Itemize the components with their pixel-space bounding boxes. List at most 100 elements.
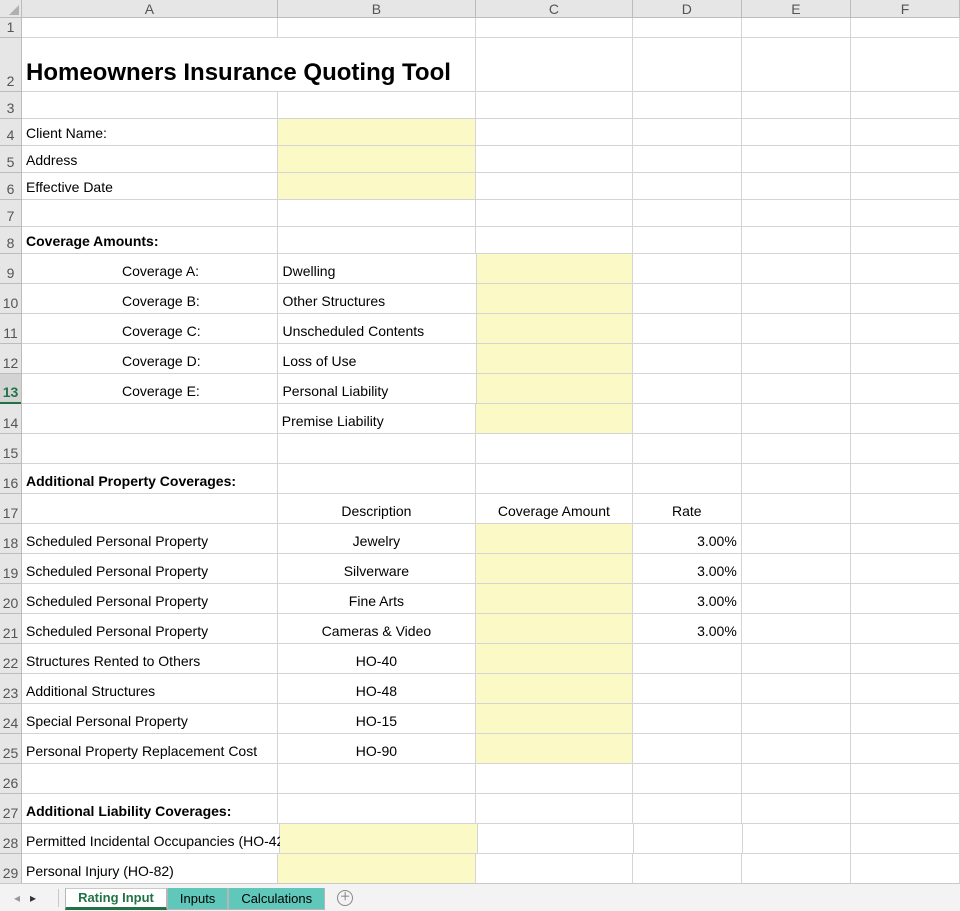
- cell-A8[interactable]: Coverage Amounts:: [22, 227, 278, 253]
- cell-B11[interactable]: Unscheduled Contents: [278, 314, 476, 343]
- cell-D27[interactable]: [633, 794, 742, 823]
- cell-D20[interactable]: 3.00%: [633, 584, 742, 613]
- cell-C2[interactable]: [476, 38, 633, 91]
- cell-E15[interactable]: [742, 434, 851, 463]
- cell-E23[interactable]: [742, 674, 851, 703]
- cell-E28[interactable]: [743, 824, 852, 853]
- cell-A26[interactable]: [22, 764, 278, 793]
- cell-B15[interactable]: [278, 434, 476, 463]
- cell-F6[interactable]: [851, 173, 960, 199]
- row-header-7[interactable]: 7: [0, 200, 21, 227]
- cell-C23[interactable]: [476, 674, 633, 703]
- col-header-D[interactable]: D: [633, 0, 742, 17]
- cell-C15[interactable]: [476, 434, 633, 463]
- cell-B17[interactable]: Description: [278, 494, 476, 523]
- cell-E19[interactable]: [742, 554, 851, 583]
- cell-C26[interactable]: [476, 764, 633, 793]
- cell-C28[interactable]: [478, 824, 634, 853]
- cell-F16[interactable]: [851, 464, 960, 493]
- cell-A11[interactable]: Coverage C:: [22, 314, 278, 343]
- cell-A23[interactable]: Additional Structures: [22, 674, 278, 703]
- cell-F17[interactable]: [851, 494, 960, 523]
- cell-A29[interactable]: Personal Injury (HO-82): [22, 854, 278, 883]
- row-header-22[interactable]: 22: [0, 644, 21, 674]
- cell-F7[interactable]: [851, 200, 960, 226]
- cell-D24[interactable]: [633, 704, 742, 733]
- cell-D29[interactable]: [633, 854, 742, 883]
- col-header-F[interactable]: F: [851, 0, 960, 17]
- cell-A14[interactable]: [22, 404, 278, 433]
- row-header-27[interactable]: 27: [0, 794, 21, 824]
- cell-A1[interactable]: [22, 18, 278, 37]
- cell-E7[interactable]: [742, 200, 851, 226]
- cell-F28[interactable]: [851, 824, 960, 853]
- cell-C12[interactable]: [477, 344, 634, 373]
- cell-A18[interactable]: Scheduled Personal Property: [22, 524, 278, 553]
- cell-D15[interactable]: [633, 434, 742, 463]
- cell-B26[interactable]: [278, 764, 476, 793]
- cell-C3[interactable]: [476, 92, 633, 118]
- cell-F24[interactable]: [851, 704, 960, 733]
- cell-A3[interactable]: [22, 92, 278, 118]
- row-header-3[interactable]: 3: [0, 92, 21, 119]
- row-header-14[interactable]: 14: [0, 404, 21, 434]
- cell-A24[interactable]: Special Personal Property: [22, 704, 278, 733]
- row-header-5[interactable]: 5: [0, 146, 21, 173]
- cell-E2[interactable]: [742, 38, 851, 91]
- cell-A9[interactable]: Coverage A:: [22, 254, 278, 283]
- cell-B10[interactable]: Other Structures: [278, 284, 476, 313]
- cell-C22[interactable]: [476, 644, 633, 673]
- cell-A2[interactable]: Homeowners Insurance Quoting Tool: [22, 38, 476, 91]
- cell-C9[interactable]: [477, 254, 634, 283]
- cell-A13[interactable]: Coverage E:: [22, 374, 278, 403]
- cell-B12[interactable]: Loss of Use: [278, 344, 476, 373]
- row-header-1[interactable]: 1: [0, 18, 21, 38]
- cell-F21[interactable]: [851, 614, 960, 643]
- cell-C1[interactable]: [476, 18, 633, 37]
- cell-D4[interactable]: [633, 119, 742, 145]
- cell-A4[interactable]: Client Name:: [22, 119, 278, 145]
- cell-B23[interactable]: HO-48: [278, 674, 476, 703]
- cell-F26[interactable]: [851, 764, 960, 793]
- row-header-29[interactable]: 29: [0, 854, 21, 884]
- cell-C19[interactable]: [476, 554, 633, 583]
- cell-E11[interactable]: [742, 314, 851, 343]
- cell-C10[interactable]: [477, 284, 634, 313]
- cell-D12[interactable]: [633, 344, 742, 373]
- cell-D8[interactable]: [633, 227, 742, 253]
- cell-B9[interactable]: Dwelling: [278, 254, 476, 283]
- col-header-B[interactable]: B: [278, 0, 476, 17]
- cell-C29[interactable]: [476, 854, 633, 883]
- row-header-23[interactable]: 23: [0, 674, 21, 704]
- cell-E17[interactable]: [742, 494, 851, 523]
- cell-F29[interactable]: [851, 854, 960, 883]
- cell-D28[interactable]: [634, 824, 743, 853]
- row-header-15[interactable]: 15: [0, 434, 21, 464]
- col-header-C[interactable]: C: [476, 0, 633, 17]
- cell-B18[interactable]: Jewelry: [278, 524, 476, 553]
- cell-B27[interactable]: [278, 794, 476, 823]
- cell-C7[interactable]: [476, 200, 633, 226]
- cell-B19[interactable]: Silverware: [278, 554, 476, 583]
- sheet-tab-calculations[interactable]: Calculations: [228, 888, 325, 910]
- cell-F9[interactable]: [851, 254, 960, 283]
- cell-B24[interactable]: HO-15: [278, 704, 476, 733]
- cell-A15[interactable]: [22, 434, 278, 463]
- cell-C20[interactable]: [476, 584, 633, 613]
- cell-B8[interactable]: [278, 227, 476, 253]
- cell-D14[interactable]: [633, 404, 742, 433]
- cell-E24[interactable]: [742, 704, 851, 733]
- cell-F12[interactable]: [851, 344, 960, 373]
- cell-E29[interactable]: [742, 854, 851, 883]
- add-sheet-button[interactable]: ＋: [331, 887, 359, 909]
- cell-D11[interactable]: [633, 314, 742, 343]
- cell-F20[interactable]: [851, 584, 960, 613]
- cell-D22[interactable]: [633, 644, 742, 673]
- cell-D19[interactable]: 3.00%: [633, 554, 742, 583]
- cell-F2[interactable]: [851, 38, 960, 91]
- cell-D3[interactable]: [633, 92, 742, 118]
- cell-E20[interactable]: [742, 584, 851, 613]
- cell-A12[interactable]: Coverage D:: [22, 344, 278, 373]
- cell-E13[interactable]: [742, 374, 851, 403]
- cell-F25[interactable]: [851, 734, 960, 763]
